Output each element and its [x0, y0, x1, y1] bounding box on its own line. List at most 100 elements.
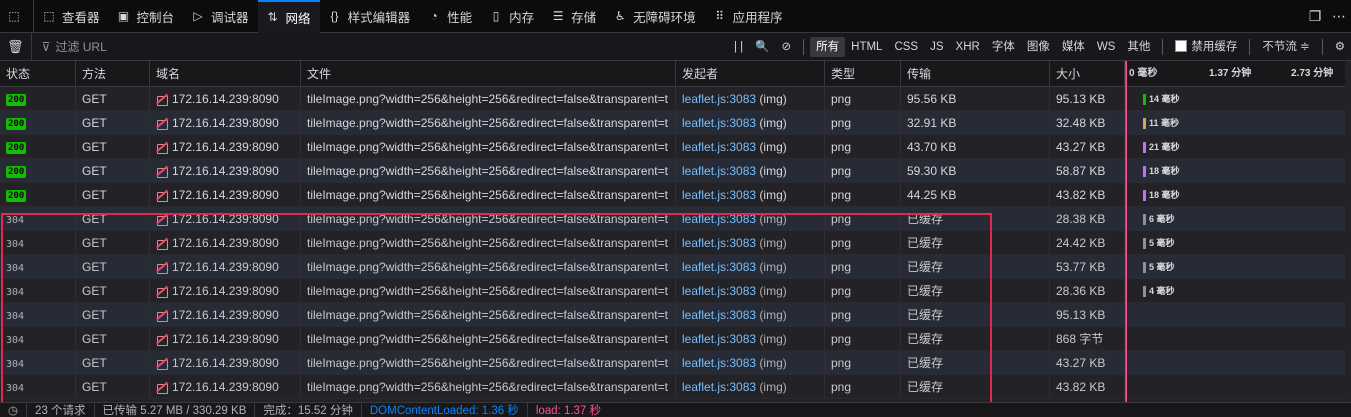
cell-method: GET [76, 111, 150, 134]
request-row[interactable]: 200 GET 172.16.14.239:8090 tileImage.png?wi… [0, 183, 1351, 207]
cell-method: GET [76, 87, 150, 110]
search-icon[interactable]: 🔍 [749, 37, 775, 57]
tab-label: 内存 [509, 10, 535, 25]
filter-type-button[interactable]: 字体 [986, 37, 1021, 57]
tab-style-editor[interactable]: {} 样式编辑器 [320, 0, 420, 33]
status-badge: 200 [6, 117, 27, 130]
block-icon[interactable]: ⊘ [776, 37, 798, 57]
tab-inspector[interactable]: ⬚ 查看器 [34, 0, 109, 33]
cell-initiator: leaflet.js:3083 (img) [676, 135, 825, 158]
filter-type-button[interactable]: 所有 [810, 36, 846, 57]
cell-waterfall: 21 毫秒 [1125, 135, 1351, 158]
status-badge: 200 [6, 189, 27, 202]
insecure-connection-icon [156, 141, 168, 154]
more-options-icon[interactable]: ⋯ [1327, 8, 1351, 25]
pause-button[interactable]: | | [728, 37, 749, 57]
cell-status: 200 [0, 159, 76, 182]
insecure-connection-icon [156, 93, 168, 106]
initiator-link[interactable]: leaflet.js:3083 [682, 140, 756, 154]
cell-size: 95.13 KB [1050, 303, 1125, 326]
col-type[interactable]: 类型 [825, 61, 901, 87]
performance-icon: ◔ [430, 9, 438, 23]
load-time: load: 1.37 秒 [535, 404, 602, 417]
tab-label: 应用程序 [732, 10, 783, 25]
inspector-icon: ⬚ [43, 9, 55, 23]
filter-type-button[interactable]: CSS [888, 37, 924, 57]
insecure-connection-icon [156, 165, 168, 178]
col-size[interactable]: 大小 [1050, 61, 1125, 87]
filter-type-button[interactable]: JS [924, 37, 949, 57]
disable-cache-checkbox[interactable]: 禁用缓存 [1169, 37, 1243, 57]
initiator-link[interactable]: leaflet.js:3083 [682, 164, 756, 178]
request-row[interactable]: 200 GET 172.16.14.239:8090 tileImage.png?wi… [0, 87, 1351, 111]
col-file[interactable]: 文件 [301, 61, 676, 87]
initiator-link[interactable]: leaflet.js:3083 [682, 92, 756, 106]
element-picker-button[interactable]: ⬚ [0, 0, 34, 33]
tab-label: 查看器 [62, 10, 100, 25]
timing-bar [1143, 166, 1146, 177]
filter-type-button[interactable]: 图像 [1021, 37, 1056, 57]
filter-icon: ⊽ [41, 39, 51, 54]
clear-log-button[interactable]: 🗑 [0, 32, 32, 61]
cell-size: 868 字节 [1050, 327, 1125, 350]
throttle-select[interactable]: 不节流 ≑ [1256, 37, 1315, 57]
scrollbar[interactable] [1345, 61, 1351, 402]
settings-gear-icon[interactable]: ⚙ [1329, 37, 1351, 57]
cell-size: 43.82 KB [1050, 183, 1125, 206]
filter-type-button[interactable]: 其他 [1121, 37, 1156, 57]
cell-file: tileImage.png?width=256&height=256&redir… [301, 159, 676, 182]
cell-waterfall: 6 毫秒 [1125, 207, 1351, 230]
accessibility-icon: ♿ [614, 9, 626, 23]
domain-text: 172.16.14.239:8090 [172, 140, 279, 154]
initiator-type: (img) [759, 188, 787, 202]
tab-memory[interactable]: ▯ 内存 [481, 0, 543, 33]
col-transferred[interactable]: 传输 [901, 61, 1050, 87]
tab-debugger[interactable]: ▷ 调试器 [183, 0, 258, 33]
network-statusbar: ◷ 23 个请求 已传输 5.27 MB / 330.29 KB 完成：15.5… [0, 402, 1351, 417]
cell-file: tileImage.png?width=256&height=256&redir… [301, 87, 676, 110]
tab-label: 无障碍环境 [633, 10, 696, 25]
tab-network[interactable]: ⇅ 网络 [257, 0, 320, 33]
filter-type-button[interactable]: 媒体 [1056, 37, 1091, 57]
cell-method: GET [76, 183, 150, 206]
toolbar-right: | | 🔍 ⊘ 所有 HTML CSS JS XHR 字体 图像 媒体 WS 其他 禁用缓存 不节… [728, 33, 1351, 61]
request-table-header: 状态 方法 域名 文件 发起者 类型 传输 大小 0 毫秒 1.37 分钟 2.… [0, 61, 1351, 87]
initiator-link[interactable]: leaflet.js:3083 [682, 188, 756, 202]
tab-performance[interactable]: ◔ 性能 [419, 0, 481, 33]
perf-analysis-icon[interactable]: ◷ [0, 403, 28, 417]
timing-label: 4 毫秒 [1149, 286, 1175, 296]
timing-bar [1143, 286, 1146, 297]
tab-accessibility[interactable]: ♿ 无障碍环境 [605, 0, 705, 33]
status-badge: 200 [6, 93, 27, 106]
devtools-tabbar: ⬚ ⬚ 查看器 ▣ 控制台 ▷ 调试器 ⇅ 网络 {} 样式编辑器 ◔ 性能 ▯ 内存 ☰ 存储 ♿ 无障碍环境 ⠿… [0, 0, 1351, 33]
element-picker-icon: ⬚ [8, 9, 20, 23]
request-row[interactable]: 200 GET 172.16.14.239:8090 tileImage.png?wi… [0, 159, 1351, 183]
dock-icon[interactable]: ❐ [1303, 8, 1327, 25]
cell-size: 32.48 KB [1050, 111, 1125, 134]
col-initiator[interactable]: 发起者 [676, 61, 825, 87]
cell-type: png [825, 183, 901, 206]
col-status[interactable]: 状态 [0, 61, 76, 87]
request-row[interactable]: 200 GET 172.16.14.239:8090 tileImage.png?wi… [0, 135, 1351, 159]
tab-storage[interactable]: ☰ 存储 [543, 0, 605, 33]
filter-url-input[interactable]: ⊽ 过滤 URL [42, 38, 728, 55]
cell-type: png [825, 87, 901, 110]
cell-domain: 172.16.14.239:8090 [150, 159, 301, 182]
filter-type-button[interactable]: XHR [950, 37, 986, 57]
col-domain[interactable]: 域名 [150, 61, 301, 87]
filter-type-button[interactable]: HTML [845, 37, 888, 57]
cell-initiator: leaflet.js:3083 (img) [676, 111, 825, 134]
divider [1249, 38, 1251, 55]
tab-console[interactable]: ▣ 控制台 [109, 0, 184, 33]
filter-type-button[interactable]: WS [1091, 37, 1122, 57]
tab-application[interactable]: ⠿ 应用程序 [705, 0, 792, 33]
request-row[interactable]: 200 GET 172.16.14.239:8090 tileImage.png?wi… [0, 111, 1351, 135]
domain-text: 172.16.14.239:8090 [172, 164, 279, 178]
insecure-connection-icon [156, 189, 168, 202]
col-waterfall[interactable]: 0 毫秒 1.37 分钟 2.73 分钟 [1125, 61, 1351, 87]
cell-transferred: 44.25 KB [901, 183, 1050, 206]
initiator-link[interactable]: leaflet.js:3083 [682, 116, 756, 130]
disable-cache-label: 禁用缓存 [1191, 40, 1238, 53]
timeline-tick: 1.37 分钟 [1209, 68, 1252, 79]
col-method[interactable]: 方法 [76, 61, 150, 87]
